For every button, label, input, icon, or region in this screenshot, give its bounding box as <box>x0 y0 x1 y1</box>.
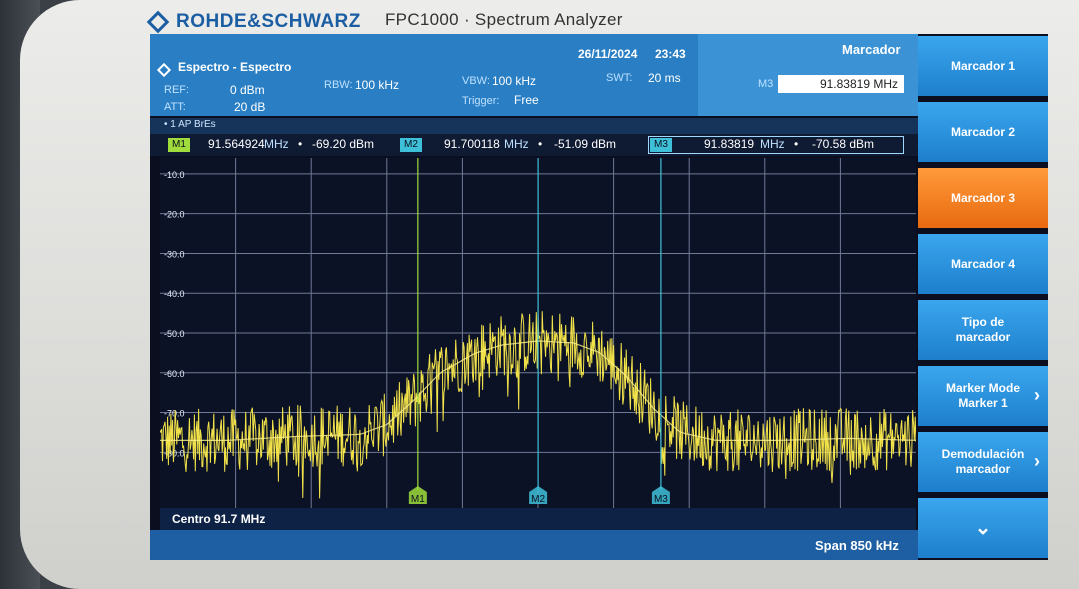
trace-info-row: • 1 AP BrEs <box>150 118 918 134</box>
vbw-value[interactable]: 100 kHz <box>492 74 536 88</box>
softkey-label: Marcador 2 <box>950 124 1016 139</box>
softkey-tipo-de-marcador[interactable]: Tipo de marcador <box>918 300 1048 362</box>
m2-freq: 91.700118 <box>444 137 500 151</box>
softkey-label: Marcador 1 <box>950 58 1016 73</box>
m3-unit: MHz <box>760 137 785 151</box>
rbw-value[interactable]: 100 kHz <box>355 78 399 92</box>
footer-span-bar: Span 850 kHz <box>150 530 918 560</box>
date: 26/11/2024 <box>578 47 638 61</box>
ref-value[interactable]: 0 dBm <box>230 83 265 97</box>
m3-sep: • <box>794 137 799 151</box>
att-value[interactable]: 20 dB <box>234 100 265 114</box>
att-label: ATT: <box>164 101 186 113</box>
m3-entry-label: M3 <box>758 78 774 90</box>
time: 23:43 <box>655 47 686 61</box>
y-tick-label: -40.0 <box>164 289 185 299</box>
m2-badge: M2 <box>400 138 422 152</box>
m1-freq: 91.564924 <box>208 137 265 151</box>
rbw-label: RBW: <box>324 79 353 91</box>
model-name: FPC1000 · Spectrum Analyzer <box>385 10 623 29</box>
m3-level: -70.58 dBm <box>812 137 875 151</box>
softkey-label: Tipo de marcador <box>955 315 1011 344</box>
marker-frequency-input[interactable]: 91.83819 MHz <box>778 75 904 93</box>
softkey-marcador-4[interactable]: Marcador 4 <box>918 234 1048 296</box>
span-value[interactable]: Span 850 kHz <box>815 538 899 553</box>
panel-title: Marcador <box>842 42 901 57</box>
m2-unit: MHz <box>504 137 529 151</box>
m3-freq: 91.83819 <box>704 137 755 151</box>
marker-readout-row: M1 91.564924 MHz • -69.20 dBm M2 91.7001… <box>150 134 918 156</box>
analyzer-screen: Espectro - Espectro 26/11/2024 23:43 Mar… <box>150 34 1048 560</box>
swt-label: SWT: <box>606 72 633 84</box>
swt-value[interactable]: 20 ms <box>648 71 681 85</box>
marker-flag-label: M1 <box>411 494 425 505</box>
m2-sep: • <box>538 137 543 151</box>
m1-level: -69.20 dBm <box>312 137 375 151</box>
spectrum-plot[interactable]: -10.0-20.0-30.0-40.0-50.0-60.0-70.0-80.0… <box>160 158 916 508</box>
m1-unit: MHz <box>264 137 289 151</box>
y-tick-label: -60.0 <box>164 369 185 379</box>
trigger-value[interactable]: Free <box>514 93 539 107</box>
m1-badge: M1 <box>168 138 190 152</box>
trigger-label: Trigger: <box>462 95 500 107</box>
softkey-demodulacion-marcador[interactable]: Demodulación marcador › <box>918 432 1048 494</box>
marker-flag-label: M2 <box>531 494 545 505</box>
m3-badge: M3 <box>650 138 672 152</box>
softkey-marker-mode[interactable]: Marker Mode Marker 1 › <box>918 366 1048 428</box>
softkey-label: Marcador 3 <box>950 190 1016 205</box>
softkey-marcador-1[interactable]: Marcador 1 <box>918 36 1048 98</box>
softkey-more[interactable]: ⌄ <box>918 498 1048 560</box>
softkey-label: Demodulación marcador <box>941 447 1025 476</box>
trace-info: • 1 AP BrEs <box>164 119 216 130</box>
center-frequency[interactable]: Centro 91.7 MHz <box>172 512 265 526</box>
softkey-panel: Marcador 1 Marcador 2 Marcador 3 Marcado… <box>918 34 1048 560</box>
footer-center-bar: Centro 91.7 MHz <box>160 508 916 530</box>
brand-name: ROHDE&SCHWARZ <box>176 11 361 32</box>
mode-diamond-icon <box>156 62 172 78</box>
y-tick-label: -50.0 <box>164 329 185 339</box>
vbw-label: VBW: <box>462 75 490 87</box>
softkey-label: Marker Mode Marker 1 <box>945 381 1021 410</box>
mode-title[interactable]: Espectro - Espectro <box>178 60 291 74</box>
marker-flag-label: M3 <box>654 494 668 505</box>
softkey-label: Marcador 4 <box>950 256 1016 271</box>
y-tick-label: -20.0 <box>164 210 185 220</box>
y-tick-label: -30.0 <box>164 249 185 259</box>
y-tick-label: -70.0 <box>164 409 185 419</box>
chevron-right-icon: › <box>1034 451 1040 471</box>
chevron-down-icon: ⌄ <box>974 516 992 539</box>
softkey-marcador-3[interactable]: Marcador 3 <box>918 168 1048 230</box>
chevron-right-icon: › <box>1034 385 1040 405</box>
status-header: Espectro - Espectro 26/11/2024 23:43 Mar… <box>150 34 918 116</box>
m1-sep: • <box>298 137 303 151</box>
m2-level: -51.09 dBm <box>554 137 617 151</box>
softkey-marcador-2[interactable]: Marcador 2 <box>918 102 1048 164</box>
rs-logo-icon <box>146 10 170 34</box>
ref-label: REF: <box>164 84 190 96</box>
y-tick-label: -10.0 <box>164 170 185 180</box>
